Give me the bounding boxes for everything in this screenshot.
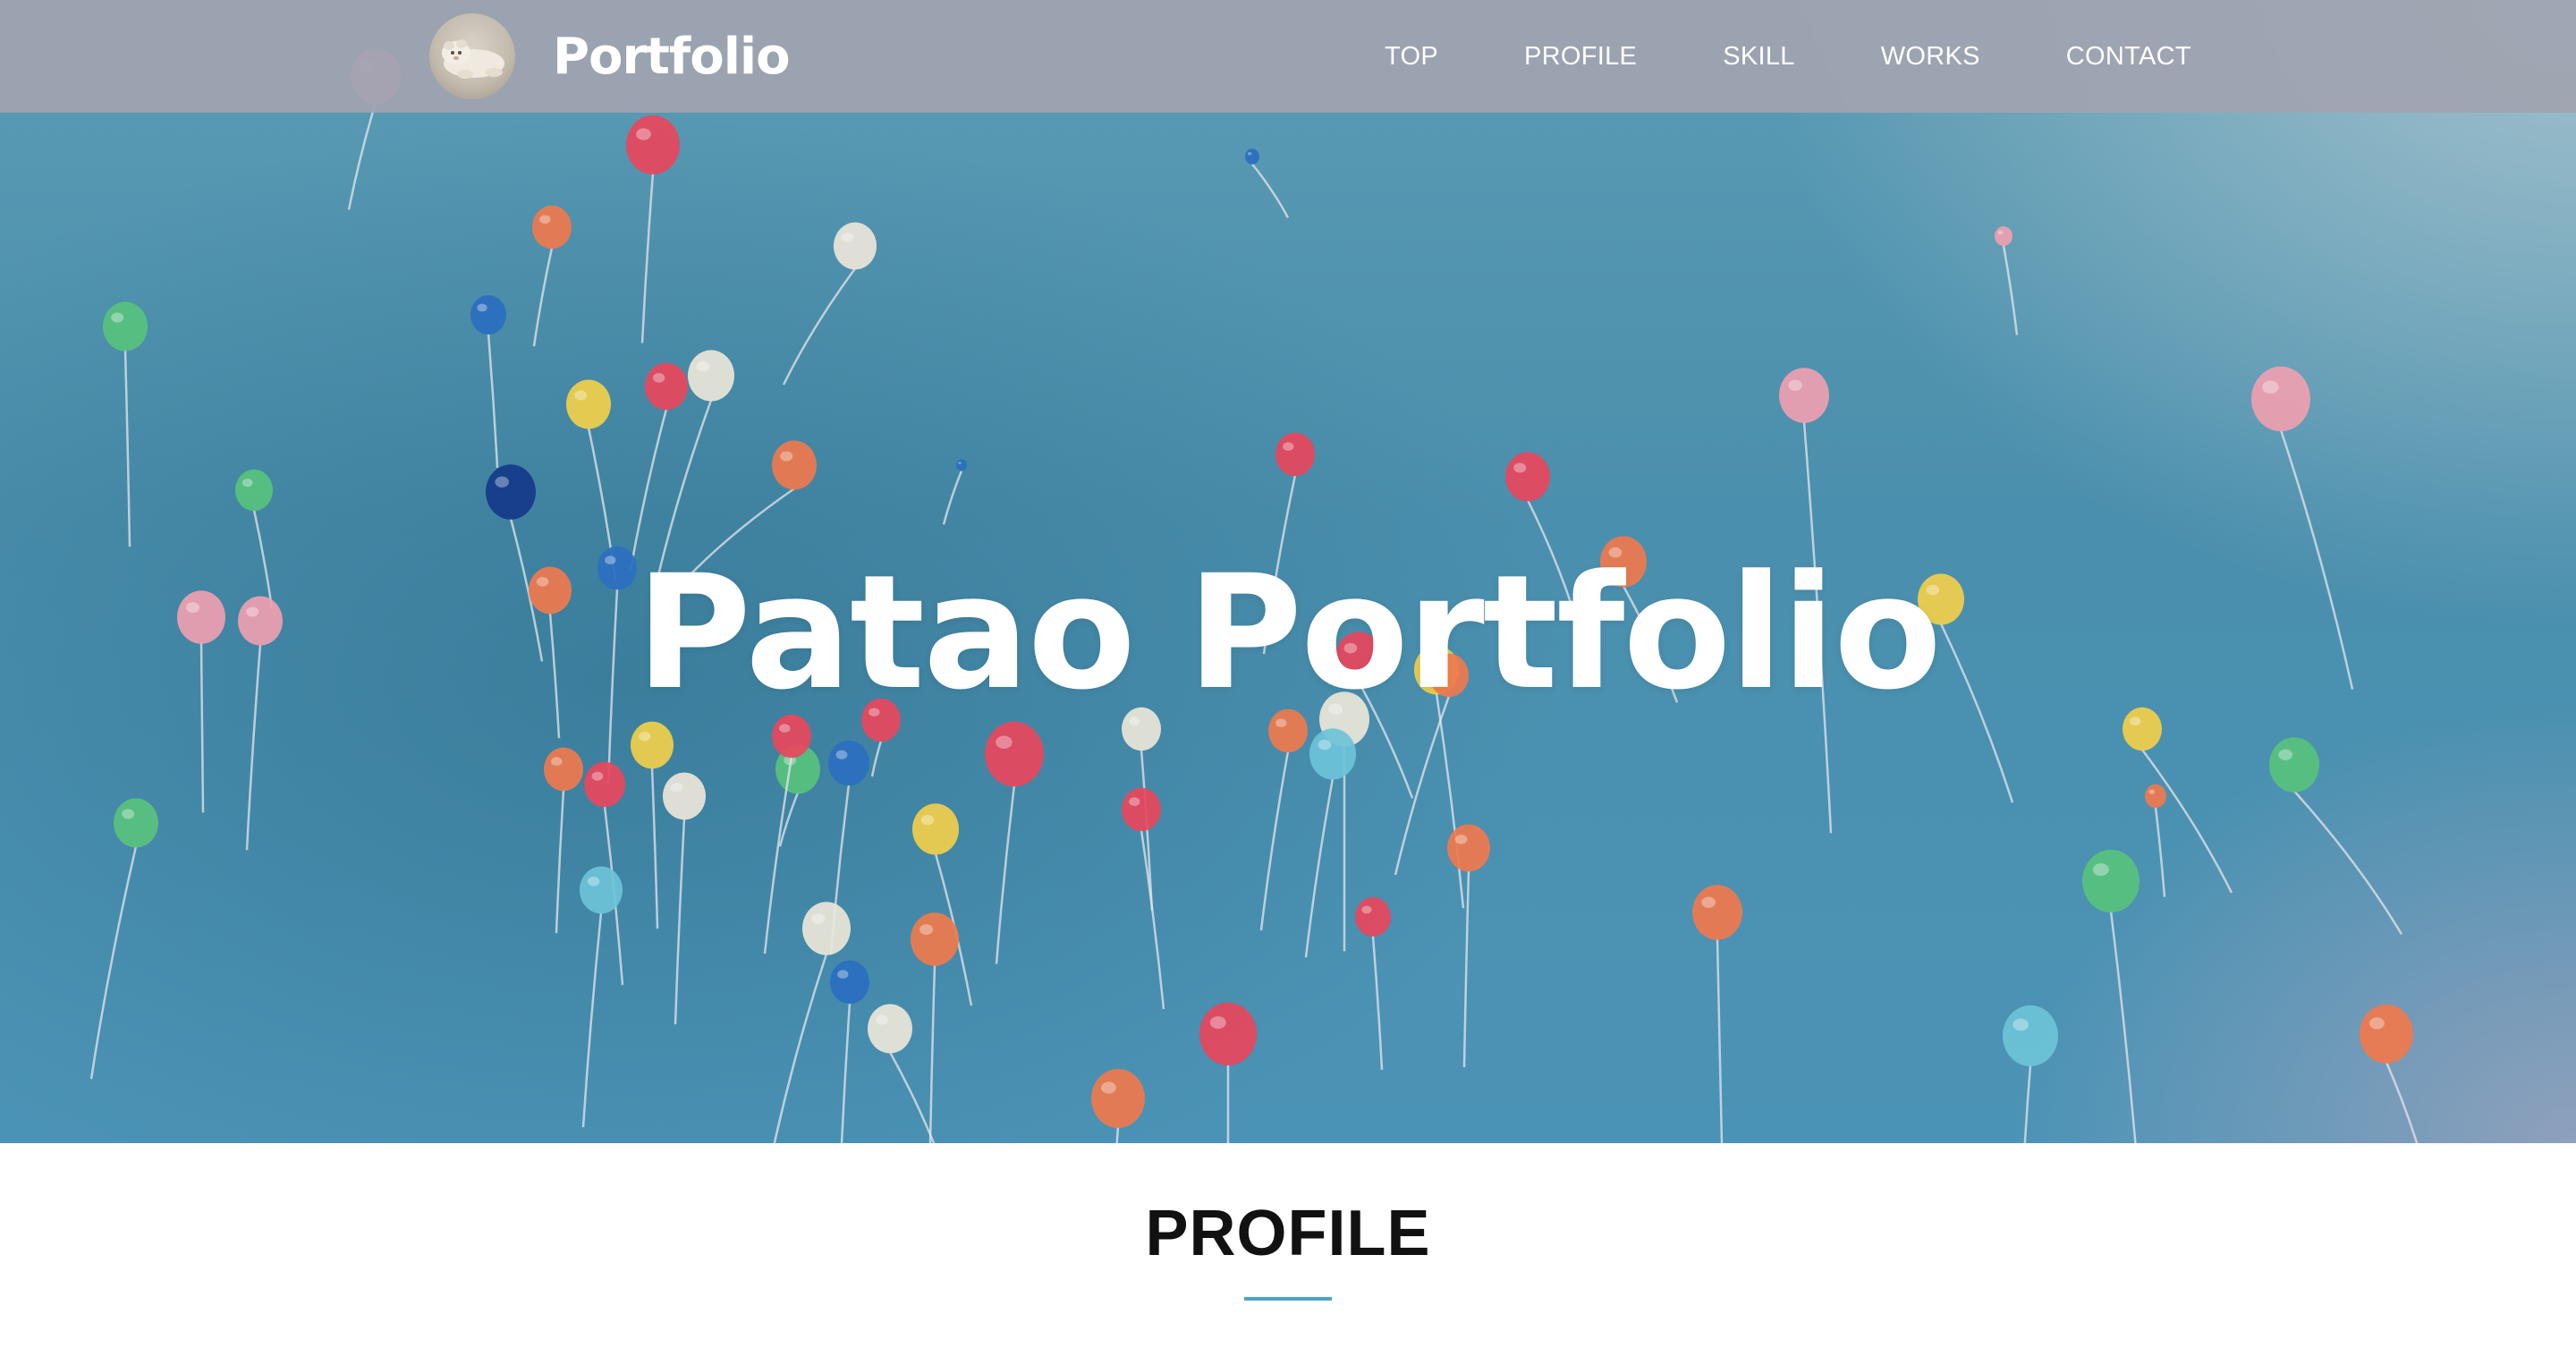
balloon (1122, 787, 1165, 1010)
balloon (1199, 1002, 1257, 1143)
balloon (985, 721, 1044, 964)
balloon (2003, 1005, 2058, 1143)
hero-section: Patao Portfolio (0, 0, 2576, 1143)
nav-link-skill[interactable]: SKILL (1680, 42, 1838, 72)
balloon (2269, 737, 2403, 936)
profile-heading: PROFILE (1145, 1198, 1431, 1269)
balloon (782, 222, 877, 386)
page: Patao Portfolio Portfolio TOP PROFILE SK… (0, 0, 2576, 1365)
nav-link-top[interactable]: TOP (1342, 42, 1481, 72)
main-nav: TOP PROFILE SKILL WORKS CONTACT (1342, 0, 2234, 113)
balloon (470, 295, 506, 469)
nav-link-profile[interactable]: PROFILE (1481, 42, 1680, 72)
hero-title: Patao Portfolio (635, 541, 1942, 725)
balloon (912, 803, 973, 1006)
balloon (1091, 1069, 1145, 1143)
balloon (1355, 897, 1391, 1071)
balloon (1304, 728, 1356, 958)
nav-link-contact[interactable]: CONTACT (2023, 42, 2234, 72)
balloon (532, 205, 572, 347)
heading-underline (1244, 1297, 1332, 1301)
balloon (773, 902, 851, 1143)
balloon (942, 459, 967, 525)
balloon (1245, 148, 1290, 218)
balloon (631, 721, 674, 929)
nav-link-works[interactable]: WORKS (1838, 42, 2023, 72)
balloon (830, 960, 869, 1143)
avatar (429, 13, 515, 99)
balloon (2082, 849, 2140, 1143)
balloon (103, 301, 148, 547)
site-title: Portfolio (553, 27, 791, 86)
balloon (1692, 885, 1742, 1143)
logo-link[interactable]: Portfolio (429, 13, 791, 100)
balloon (1447, 824, 1490, 1068)
balloon (763, 714, 811, 954)
balloon (626, 115, 680, 343)
balloon (663, 772, 706, 1025)
site-header: Portfolio TOP PROFILE SKILL WORKS CONTAC… (0, 0, 2576, 113)
balloon (1995, 226, 2019, 335)
balloon (2123, 707, 2233, 894)
balloon (544, 747, 583, 934)
balloon (580, 866, 623, 1128)
balloon (2145, 784, 2166, 897)
balloon (89, 798, 158, 1080)
balloon (2360, 1005, 2419, 1143)
balloon (1259, 708, 1308, 931)
balloon (629, 362, 688, 571)
stuffed-animal-icon (442, 39, 504, 79)
balloon (775, 744, 820, 847)
